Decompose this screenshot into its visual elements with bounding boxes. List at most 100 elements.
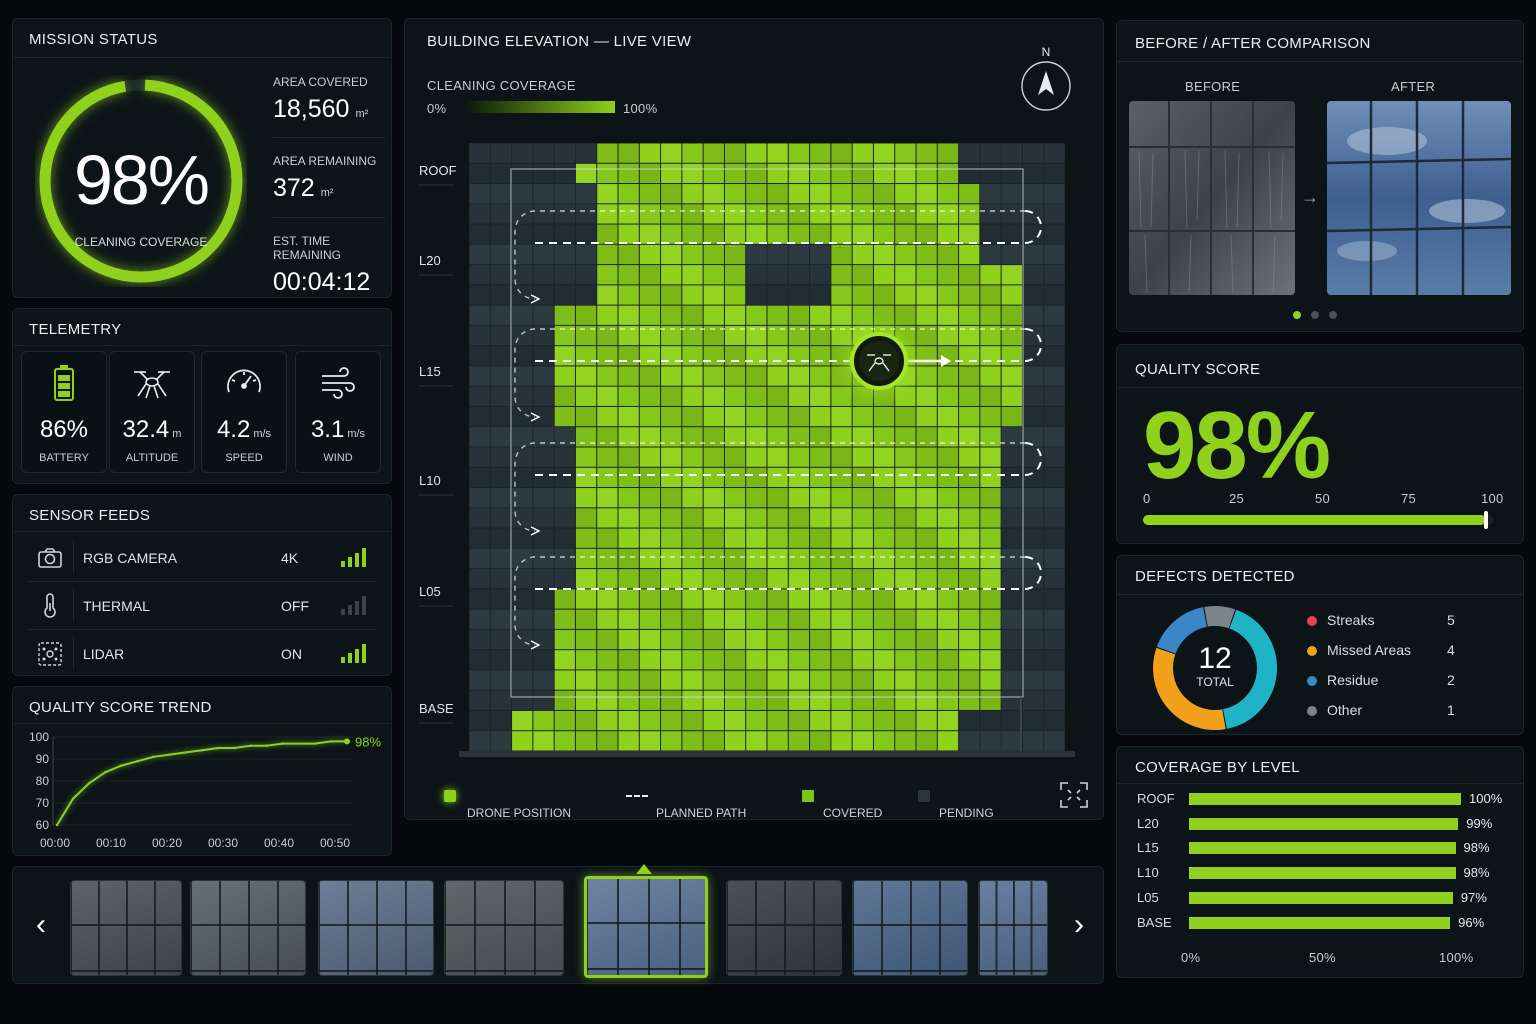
- facade-cell: [746, 406, 767, 427]
- sensor-row-rgb[interactable]: RGB CAMERA 4K: [13, 533, 391, 581]
- facade-cell: [575, 629, 597, 650]
- next-arrow-button[interactable]: ›: [1064, 905, 1094, 945]
- facade-cell: [937, 690, 959, 710]
- sensor-feeds-title: SENSOR FEEDS: [29, 507, 151, 524]
- facade-cell: [469, 670, 490, 690]
- facade-cell: [490, 488, 512, 508]
- level-coverage-bar: [1189, 793, 1461, 805]
- facade-cell: [533, 366, 554, 386]
- facade-thumbnail[interactable]: [978, 880, 1048, 976]
- facade-cell: [767, 244, 788, 265]
- facade-cell: [788, 488, 810, 508]
- facade-cell: [618, 346, 639, 366]
- sensor-row-thermal[interactable]: THERMAL OFF: [13, 581, 391, 629]
- facade-cell: [980, 650, 1001, 670]
- prev-arrow-button[interactable]: ‹: [26, 905, 56, 945]
- facade-cell: [682, 346, 703, 366]
- facade-cell: [959, 569, 980, 589]
- facade-cell: [639, 528, 661, 548]
- facade-cell: [916, 650, 937, 670]
- carousel-dots[interactable]: [1293, 311, 1353, 321]
- facade-cell: [916, 467, 937, 488]
- facade-cell: [746, 467, 767, 488]
- facade-cell: [873, 710, 895, 731]
- facade-cell: [1022, 548, 1044, 569]
- covered-legend-icon: [802, 790, 814, 802]
- facade-cell: [597, 670, 618, 690]
- facade-cell: [852, 548, 873, 569]
- facade-cell: [724, 244, 746, 265]
- facade-cell: [852, 569, 873, 589]
- facade-cell: [810, 629, 831, 650]
- facade-cell: [618, 447, 639, 467]
- facade-cell: [724, 184, 746, 204]
- facade-cell: [597, 569, 618, 589]
- facade-cell: [469, 690, 490, 710]
- facade-cell: [1001, 184, 1022, 204]
- level-coverage-pct: 98%: [1463, 865, 1490, 881]
- trend-point: [281, 742, 284, 745]
- facade-cell: [554, 488, 575, 508]
- elevation-map[interactable]: ROOF L20 L15 L10 L05 BASE: [405, 129, 1105, 769]
- after-image[interactable]: [1327, 101, 1511, 295]
- level-coverage-pct: 99%: [1466, 815, 1493, 831]
- facade-cell: [980, 406, 1001, 427]
- facade-thumbnail[interactable]: [584, 876, 708, 978]
- facade-thumbnail[interactable]: [852, 880, 968, 976]
- facade-cell: [1001, 447, 1022, 467]
- facade-cell: [767, 589, 788, 609]
- facade-cell: [831, 548, 852, 569]
- facade-cell: [1044, 629, 1065, 650]
- coverage-scale-label: CLEANING COVERAGE: [427, 78, 576, 93]
- facade-cell: [575, 467, 597, 488]
- sensor-row-lidar[interactable]: LIDAR ON: [13, 629, 391, 677]
- facade-cell: [895, 508, 916, 528]
- facade-cell: [469, 244, 490, 265]
- facade-cell: [916, 366, 937, 386]
- facade-cell: [1001, 528, 1022, 548]
- compass[interactable]: N: [1019, 45, 1073, 115]
- facade-cell: [1001, 285, 1022, 305]
- facade-cell: [512, 548, 533, 569]
- facade-cell: [767, 467, 788, 488]
- facade-cell: [1001, 569, 1022, 589]
- before-image[interactable]: [1129, 101, 1295, 295]
- trend-y-tick: 90: [36, 752, 50, 766]
- facade-cell: [873, 670, 895, 690]
- facade-cell: [873, 305, 895, 325]
- facade-cell: [724, 569, 746, 589]
- facade-cell: [980, 488, 1001, 508]
- facade-cell: [959, 386, 980, 406]
- facade-cell: [703, 244, 724, 265]
- facade-cell: [639, 650, 661, 670]
- facade-cell: [916, 670, 937, 690]
- facade-cell: [788, 184, 810, 204]
- facade-cell: [639, 589, 661, 609]
- facade-cell: [895, 143, 916, 163]
- facade-cell: [575, 265, 597, 285]
- facade-cell: [703, 670, 724, 690]
- facade-cell: [831, 224, 852, 244]
- facade-thumbnail[interactable]: [318, 880, 434, 976]
- facade-cell: [512, 305, 533, 325]
- trend-y-tick: 80: [36, 774, 50, 788]
- facade-cell: [959, 224, 980, 244]
- facade-cell: [597, 629, 618, 650]
- facade-cell: [873, 244, 895, 265]
- facade-thumbnail[interactable]: [70, 880, 182, 976]
- facade-cell: [916, 548, 937, 569]
- facade-cell: [597, 244, 618, 265]
- level-name: L20: [1137, 815, 1159, 831]
- facade-cell: [682, 710, 703, 731]
- fullscreen-icon[interactable]: [1059, 781, 1089, 809]
- facade-thumbnail[interactable]: [444, 880, 564, 976]
- facade-cell: [916, 528, 937, 548]
- drone-position-marker[interactable]: [850, 332, 908, 390]
- facade-thumbnail[interactable]: [726, 880, 842, 976]
- facade-cell: [895, 710, 916, 731]
- facade-thumbnail[interactable]: [190, 880, 306, 976]
- facade-cell: [1022, 528, 1044, 548]
- facade-cell: [597, 508, 618, 528]
- facade-cell: [916, 184, 937, 204]
- facade-cell: [831, 650, 852, 670]
